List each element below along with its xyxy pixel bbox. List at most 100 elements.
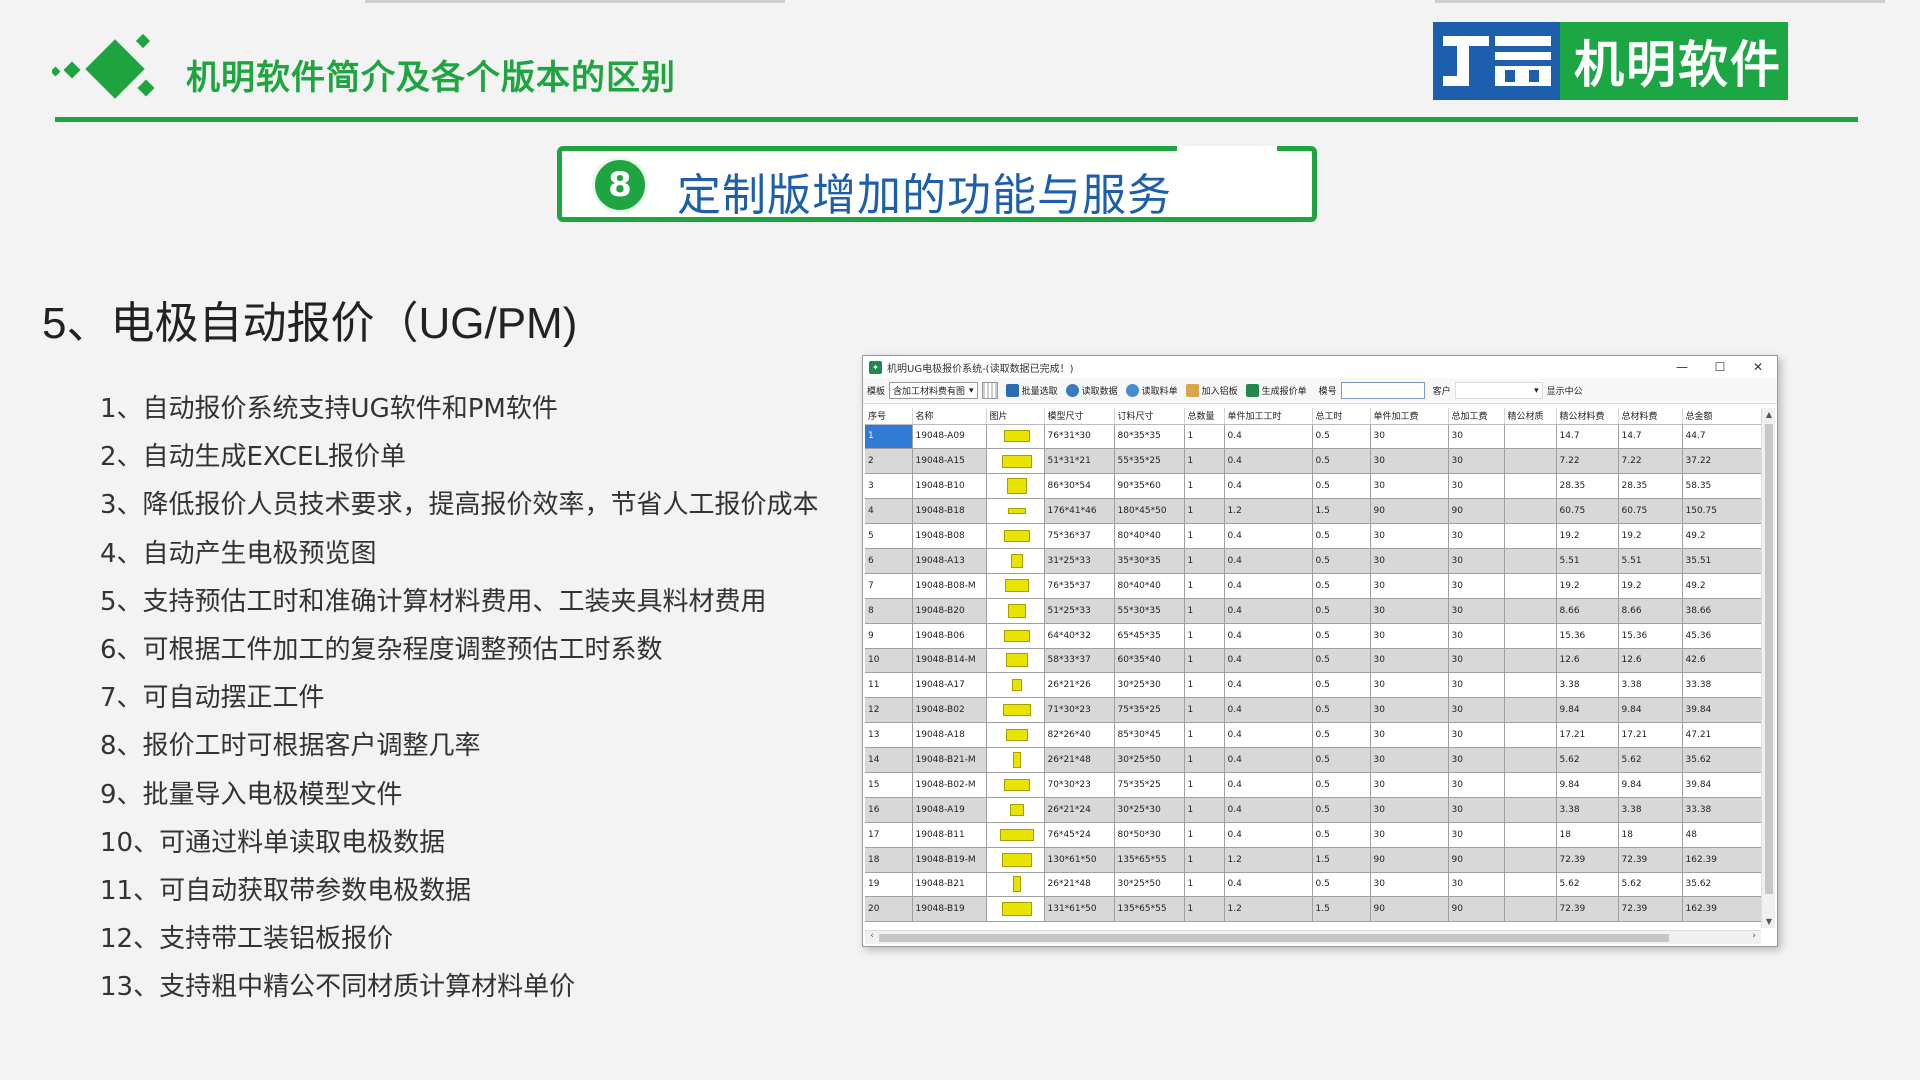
table-cell[interactable] <box>1504 772 1557 798</box>
column-header[interactable]: 单件加工费 <box>1370 408 1449 425</box>
table-cell[interactable]: 30 <box>1370 598 1449 624</box>
vertical-scrollbar[interactable]: ▲ ▼ <box>1761 408 1775 928</box>
table-cell[interactable]: 19048-B08 <box>912 523 987 549</box>
table-cell[interactable]: 0.5 <box>1312 747 1371 773</box>
table-cell[interactable]: 0.5 <box>1312 672 1371 699</box>
table-cell[interactable] <box>1504 872 1557 898</box>
table-cell[interactable]: 30 <box>1370 523 1449 549</box>
read-bom-button[interactable]: 读取料单 <box>1125 384 1178 397</box>
table-cell[interactable]: 90 <box>1370 498 1449 525</box>
scrollbar-thumb[interactable] <box>1765 424 1773 894</box>
table-cell[interactable]: 0.5 <box>1312 598 1371 624</box>
table-cell[interactable]: 30 <box>1448 672 1505 699</box>
table-cell[interactable]: 5.51 <box>1556 548 1619 574</box>
table-cell[interactable]: 51*31*21 <box>1044 448 1115 475</box>
table-cell[interactable]: 90 <box>1448 847 1505 873</box>
table-cell[interactable]: 0.5 <box>1312 523 1371 549</box>
scroll-down-icon[interactable]: ▼ <box>1762 917 1776 926</box>
table-cell[interactable]: 1.5 <box>1312 847 1371 873</box>
table-cell[interactable]: 135*65*55 <box>1114 896 1185 923</box>
table-cell[interactable]: 12.6 <box>1618 648 1683 674</box>
table-cell[interactable]: 1 <box>1184 548 1225 574</box>
table-cell[interactable]: 72.39 <box>1618 896 1683 923</box>
table-cell[interactable]: 3.38 <box>1618 672 1683 699</box>
table-cell[interactable]: 1 <box>1184 747 1225 773</box>
table-cell[interactable]: 30 <box>1370 872 1449 898</box>
table-cell[interactable]: 72.39 <box>1556 896 1619 923</box>
table-cell[interactable]: 0.4 <box>1224 523 1313 549</box>
column-header[interactable]: 名称 <box>912 408 987 425</box>
table-cell[interactable] <box>1504 797 1557 823</box>
table-cell[interactable]: 39.84 <box>1682 772 1761 798</box>
table-cell[interactable]: 28.35 <box>1556 473 1619 500</box>
table-cell[interactable]: 76*35*37 <box>1044 573 1115 599</box>
electrode-preview-cell[interactable] <box>986 672 1045 699</box>
table-cell[interactable]: 0.4 <box>1224 797 1313 823</box>
table-row[interactable]: 16 19048-A19 26*21*24 30*25*30 1 0.4 0.5 30 30 3.… <box>865 797 1761 823</box>
table-cell[interactable]: 90*35*60 <box>1114 473 1185 500</box>
electrode-preview-cell[interactable] <box>986 548 1045 574</box>
table-cell[interactable]: 26*21*48 <box>1044 872 1115 898</box>
electrode-preview-cell[interactable] <box>986 747 1045 773</box>
electrode-preview-cell[interactable] <box>986 822 1045 848</box>
close-button[interactable]: ✕ <box>1739 360 1777 374</box>
column-header[interactable]: 图片 <box>986 408 1045 425</box>
table-cell[interactable]: 18 <box>1556 822 1619 848</box>
calculator-icon[interactable] <box>981 382 998 399</box>
column-header[interactable]: 总金额 <box>1682 408 1761 425</box>
scroll-up-icon[interactable]: ▲ <box>1762 410 1776 419</box>
table-cell[interactable]: 19048-B21 <box>912 872 987 898</box>
table-cell[interactable]: 30 <box>1448 424 1505 450</box>
table-cell[interactable]: 90 <box>1448 498 1505 525</box>
table-cell[interactable]: 1 <box>1184 648 1225 674</box>
table-row[interactable]: 14 19048-B21-M 26*21*48 30*25*50 1 0.4 0.5 30 30… <box>865 747 1761 773</box>
table-cell[interactable]: 1 <box>1184 896 1225 923</box>
table-cell[interactable]: 0.5 <box>1312 722 1371 749</box>
table-cell[interactable]: 14.7 <box>1618 424 1683 450</box>
table-cell[interactable]: 30*25*30 <box>1114 797 1185 823</box>
table-cell[interactable]: 30 <box>1448 573 1505 599</box>
table-cell[interactable]: 0.5 <box>1312 822 1371 848</box>
table-cell[interactable] <box>1504 747 1557 773</box>
add-plate-button[interactable]: 加入铝板 <box>1185 384 1238 397</box>
table-cell[interactable]: 30 <box>1448 548 1505 574</box>
table-cell[interactable]: 1 <box>1184 847 1225 873</box>
row-number-cell[interactable]: 3 <box>865 473 913 500</box>
table-cell[interactable]: 5.62 <box>1618 747 1683 773</box>
table-cell[interactable]: 30 <box>1448 797 1505 823</box>
scroll-right-icon[interactable]: › <box>1747 931 1761 941</box>
table-row[interactable]: 13 19048-A18 82*26*40 85*30*45 1 0.4 0.5 30 30 17… <box>865 722 1761 749</box>
table-cell[interactable]: 47.21 <box>1682 722 1761 749</box>
table-cell[interactable]: 0.4 <box>1224 598 1313 624</box>
table-cell[interactable]: 33.38 <box>1682 672 1761 699</box>
table-cell[interactable]: 19048-B19 <box>912 896 987 923</box>
table-cell[interactable]: 19.2 <box>1618 573 1683 599</box>
table-cell[interactable]: 1.2 <box>1224 498 1313 525</box>
table-cell[interactable]: 0.4 <box>1224 424 1313 450</box>
row-number-cell[interactable]: 6 <box>865 548 913 574</box>
table-cell[interactable] <box>1504 523 1557 549</box>
table-cell[interactable]: 5.62 <box>1556 747 1619 773</box>
table-cell[interactable]: 0.4 <box>1224 872 1313 898</box>
row-number-cell[interactable]: 20 <box>865 896 913 923</box>
table-cell[interactable]: 33.38 <box>1682 797 1761 823</box>
electrode-preview-cell[interactable] <box>986 872 1045 898</box>
read-data-button[interactable]: 读取数据 <box>1065 384 1118 397</box>
row-number-cell[interactable]: 5 <box>865 523 913 549</box>
column-header[interactable]: 精公材料费 <box>1556 408 1619 425</box>
table-cell[interactable]: 85*30*45 <box>1114 722 1185 749</box>
table-cell[interactable]: 30*25*30 <box>1114 672 1185 699</box>
table-cell[interactable]: 19048-B08-M <box>912 573 987 599</box>
electrode-preview-cell[interactable] <box>986 598 1045 624</box>
table-cell[interactable]: 30 <box>1370 424 1449 450</box>
table-cell[interactable]: 1 <box>1184 797 1225 823</box>
table-cell[interactable] <box>1504 847 1557 873</box>
table-cell[interactable]: 9.84 <box>1556 697 1619 724</box>
table-cell[interactable]: 30 <box>1448 872 1505 898</box>
table-cell[interactable]: 30 <box>1370 822 1449 848</box>
table-cell[interactable]: 0.5 <box>1312 573 1371 599</box>
table-cell[interactable]: 5.62 <box>1618 872 1683 898</box>
row-number-cell[interactable]: 10 <box>865 648 913 674</box>
table-cell[interactable]: 135*65*55 <box>1114 847 1185 873</box>
table-cell[interactable] <box>1504 424 1557 450</box>
